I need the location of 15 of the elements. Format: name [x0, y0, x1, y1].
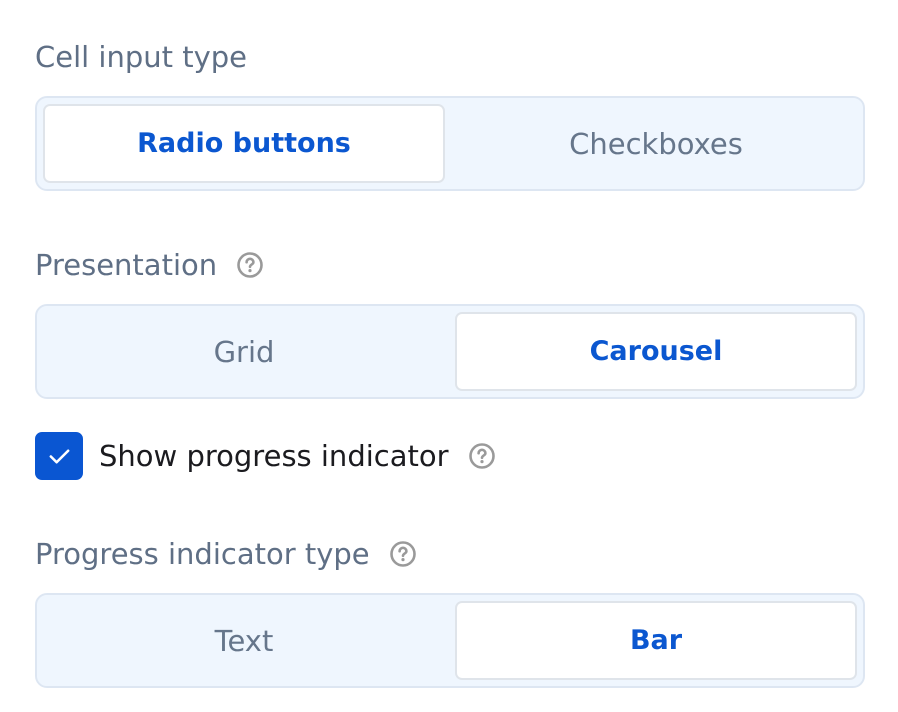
section-label: Cell input type — [35, 39, 248, 76]
segment-option[interactable]: Bar — [455, 601, 857, 680]
check-icon — [48, 448, 70, 464]
section-label: Progress indicator type — [35, 536, 370, 573]
segment-option[interactable]: Radio buttons — [43, 104, 445, 183]
help-icon[interactable] — [237, 252, 264, 278]
help-icon[interactable] — [468, 443, 495, 469]
segment-option[interactable]: Text — [43, 601, 445, 680]
segment-option[interactable]: Carousel — [455, 312, 857, 391]
checkbox-label: Show progress indicator — [99, 439, 449, 473]
section-label: Presentation — [35, 247, 218, 284]
checkbox[interactable] — [35, 432, 83, 480]
segment-option[interactable]: Grid — [43, 312, 445, 391]
help-icon[interactable] — [390, 541, 416, 567]
segment-option[interactable]: Checkboxes — [455, 104, 857, 183]
